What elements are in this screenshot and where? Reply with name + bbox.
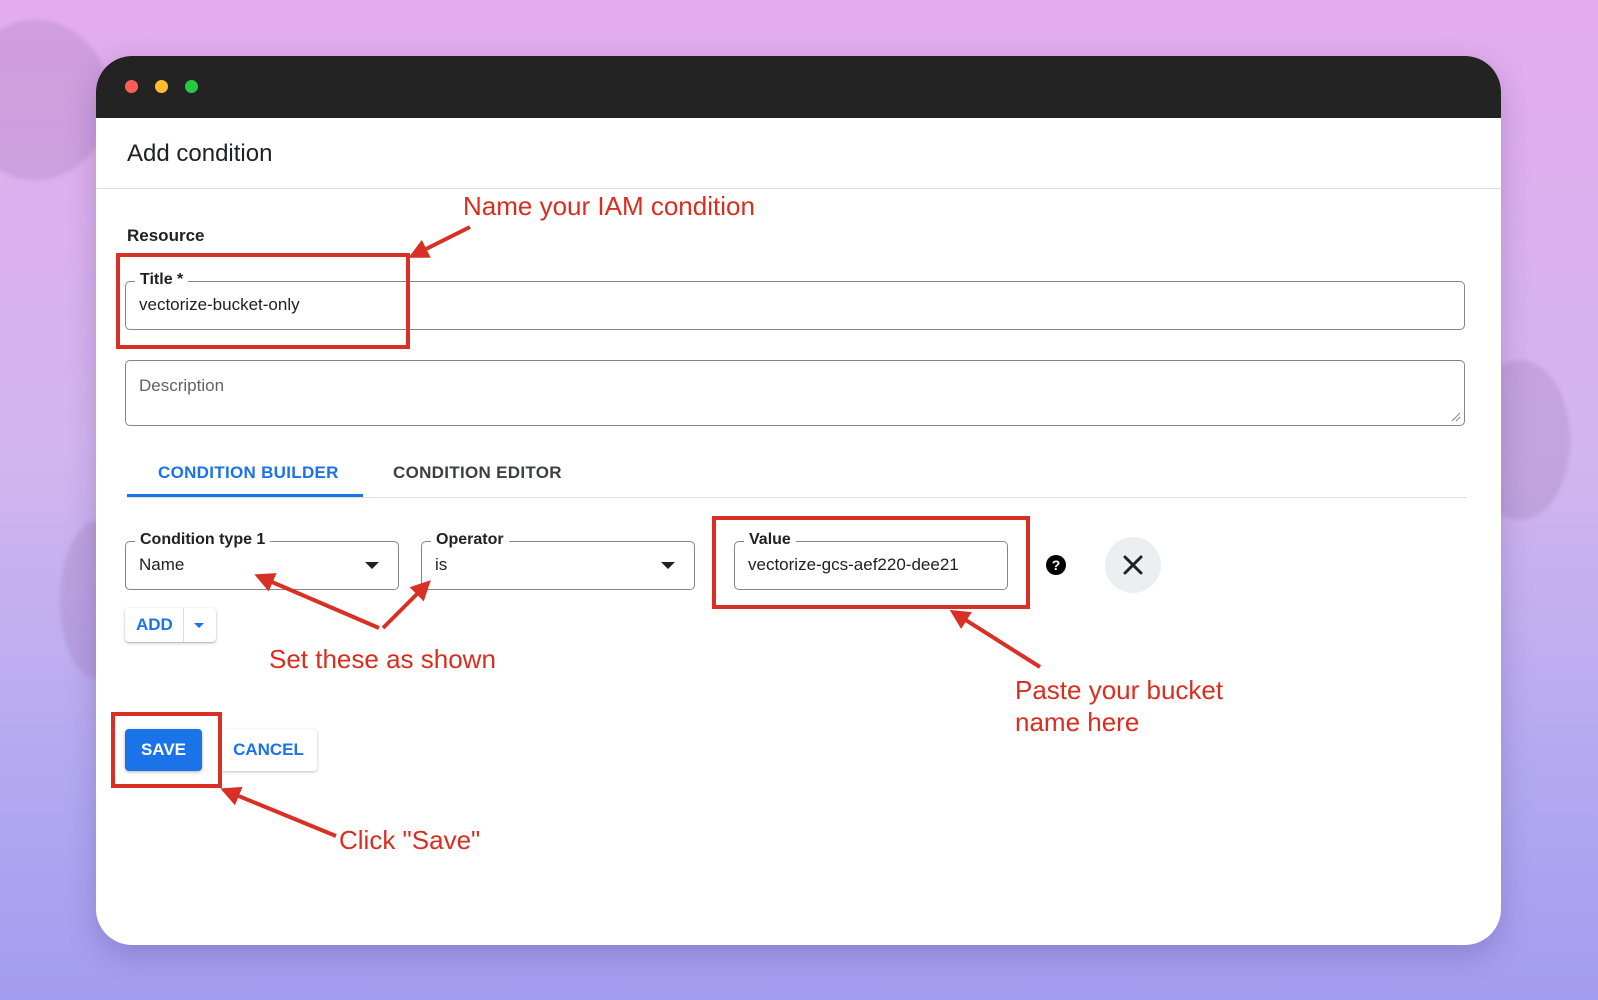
arrow-to-title [408, 225, 471, 258]
arrow-to-condition-type [254, 573, 380, 630]
app-window: Add condition Resource Title * vectorize… [96, 56, 1501, 945]
arrow-to-operator [381, 580, 431, 630]
arrow-to-value [949, 609, 1042, 669]
arrow-to-save [220, 786, 337, 838]
background-blob-left-top [0, 20, 110, 180]
annotation-arrows [220, 225, 1042, 838]
